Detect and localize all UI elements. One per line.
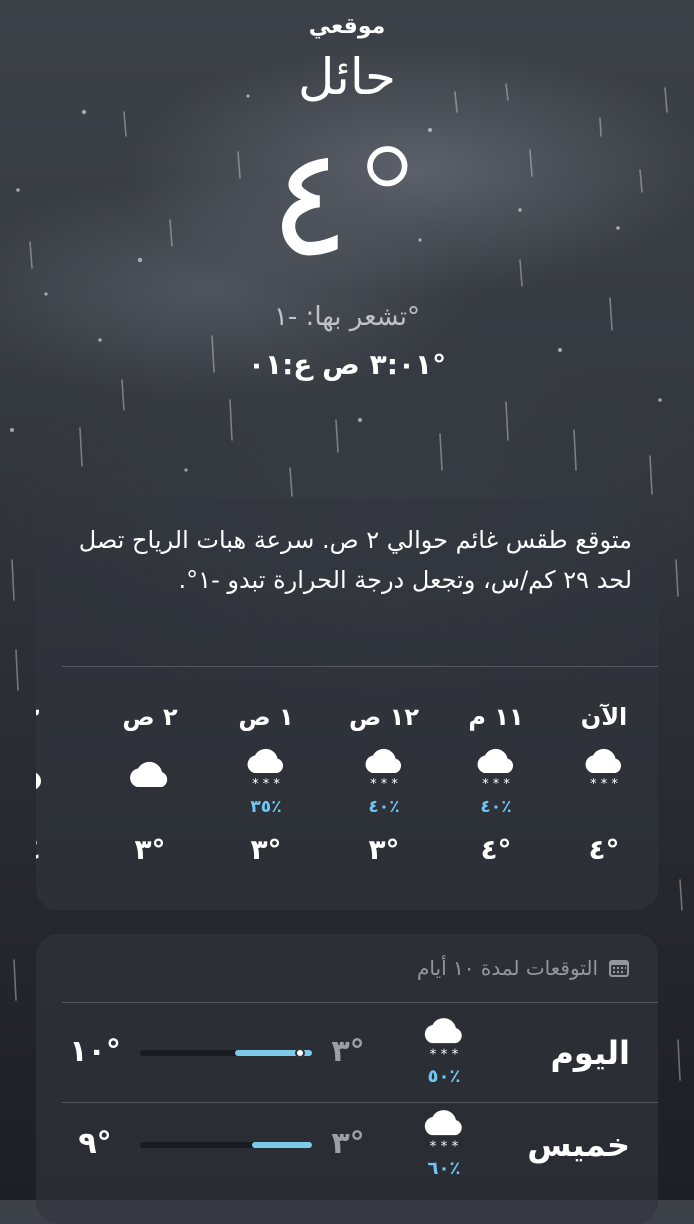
snow-cloud-icon: * * * [424,1018,462,1063]
precip-chance: ٣٥٪ [250,797,282,817]
svg-text:* * *: * * * [590,777,618,792]
low-temperature: ٣° [331,1034,365,1069]
svg-text:* * *: * * * [430,1139,459,1155]
snow-cloud-icon: * * * [247,748,284,792]
divider [62,1002,658,1003]
svg-text:* * *: * * * [430,1047,459,1063]
time-and-high: ٣:٠١ ص ع:٠١° [247,348,447,381]
feels-like: تشعر بها: -١° [273,302,421,332]
hour-item: ٢ ص ٣° [110,693,190,883]
cloud-icon [130,761,168,787]
hour-temperature: ٣° [134,833,166,866]
high-temperature: ١٠° [69,1034,121,1069]
ten-day-title: التوقعات لمدة ١٠ أيام [417,956,598,980]
hour-item: ٣ ٤ [36,693,72,883]
city-name: حائل [298,48,396,106]
divider [62,1102,658,1103]
hourly-list[interactable]: الآن * * * ٤° ١١ م * * * ٤٠٪ ٤° ١٢ ص * *… [36,693,658,883]
hour-temperature: ٤° [480,833,512,866]
hour-label: ٢ ص [122,703,178,731]
day-name: اليوم [550,1034,630,1072]
hour-item: ١٢ ص * * * ٤٠٪ ٣° [344,693,424,883]
precip-chance: ٤٠٪ [480,797,512,817]
forecast-summary: متوقع طقس غائم حوالي ٢ ص. سرعة هبات الري… [78,526,632,594]
day-row-today[interactable]: اليوم * * * ٥٠٪ ٣° ١٠° [36,1014,658,1110]
day-row-thursday[interactable]: خميس * * * ٦٠٪ ٣° ٩° [36,1106,658,1202]
hour-temperature: ٣° [368,833,400,866]
snow-cloud-icon: * * * [365,748,402,792]
ten-day-header: التوقعات لمدة ١٠ أيام [417,956,630,980]
hour-label: الآن [580,703,628,731]
hour-item-now: الآن * * * ٤° [564,693,644,883]
temperature-range-bar [140,1142,312,1148]
ten-day-forecast-card[interactable]: التوقعات لمدة ١٠ أيام اليوم * * * ٥٠٪ ٣°… [36,934,658,1224]
temperature-range-fill [251,1142,312,1148]
hour-item: ١١ م * * * ٤٠٪ ٤° [456,693,536,883]
hour-label: ١ ص [238,703,294,731]
precip-chance: ٦٠٪ [427,1158,461,1179]
hour-temperature: ٤ [36,833,72,866]
moon-icon [36,772,41,790]
hour-temperature: ٣° [250,833,282,866]
low-temperature: ٣° [331,1126,365,1161]
snow-cloud-icon: * * * [585,748,622,792]
hour-label: ١١ م [468,703,524,731]
hourly-forecast-card[interactable]: متوقع طقس غائم حوالي ٢ ص. سرعة هبات الري… [36,498,658,910]
hour-label: ٣ [36,703,72,731]
svg-text:* * *: * * * [482,777,510,792]
hour-label: ١٢ ص [349,703,419,731]
hour-temperature: ٤° [588,833,620,866]
day-name: خميس [527,1126,630,1164]
temperature-range-bar [140,1048,312,1058]
svg-text:* * *: * * * [370,777,398,792]
precip-chance: ٤٠٪ [368,797,400,817]
high-temperature: ٩° [78,1126,112,1161]
my-location-label: موقعي [308,14,386,39]
current-temperature: ٤° [269,116,425,290]
snow-cloud-icon: * * * [424,1110,462,1155]
snow-cloud-icon: * * * [477,748,514,792]
svg-text:* * *: * * * [252,777,280,792]
calendar-icon [609,960,629,977]
hour-item: ١ ص * * * ٣٥٪ ٣° [226,693,306,883]
divider [62,666,658,667]
precip-chance: ٥٠٪ [427,1066,461,1087]
current-temperature-marker [294,1048,305,1058]
